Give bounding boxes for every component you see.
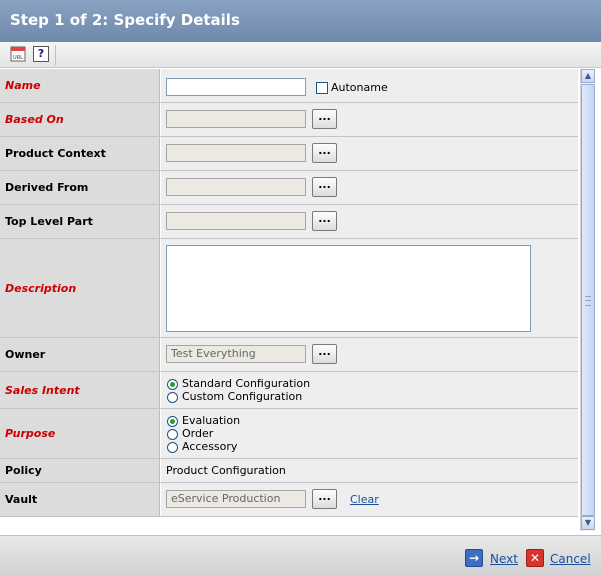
policy-label: Policy [0,459,160,482]
url-icon[interactable]: URL [10,46,26,62]
purpose-evaluation-label: Evaluation [182,414,241,427]
autoname-label: Autoname [331,81,388,94]
row-name: Name Autoname [0,69,578,103]
url-icon-text: URL [13,55,23,61]
scroll-up-icon[interactable]: ▲ [581,69,595,83]
derived-from-input[interactable] [166,178,306,196]
row-description: Description [0,239,578,338]
cancel-link[interactable]: Cancel [550,552,591,566]
name-input[interactable] [166,78,306,96]
policy-value: Product Configuration [166,464,286,477]
owner-field-cell: Test Everything ... [161,338,578,371]
purpose-evaluation-radio[interactable] [167,416,178,427]
purpose-accessory-radio[interactable] [167,442,178,453]
row-based-on: Based On ... [0,103,578,137]
form-area: Name Autoname Based On ... Product Conte… [0,69,580,531]
sales-intent-custom-label: Custom Configuration [182,390,303,403]
top-level-part-field-cell: ... [161,205,578,238]
name-field-cell: Autoname [161,69,578,102]
purpose-order-label: Order [182,427,214,440]
next-link[interactable]: Next [490,552,518,566]
toolbar: URL ? [0,42,601,68]
sales-intent-field-cell: Standard Configuration Custom Configurat… [161,372,578,408]
footer-bar: → Next ✕ Cancel [0,535,601,575]
autoname-checkbox[interactable] [316,82,328,94]
toolbar-divider [55,45,56,65]
page-title: Step 1 of 2: Specify Details [10,11,240,29]
name-label: Name [0,69,160,102]
owner-label: Owner [0,338,160,371]
derived-from-field-cell: ... [161,171,578,204]
purpose-label: Purpose [0,409,160,458]
purpose-order-radio[interactable] [167,429,178,440]
row-owner: Owner Test Everything ... [0,338,578,372]
help-icon[interactable]: ? [33,46,49,62]
sales-intent-standard-label: Standard Configuration [182,377,311,390]
derived-from-label: Derived From [0,171,160,204]
product-context-browse-button[interactable]: ... [312,143,337,163]
row-product-context: Product Context ... [0,137,578,171]
sales-intent-standard-radio[interactable] [167,379,178,390]
vault-field-cell: eService Production ... Clear [161,483,578,516]
policy-field-cell: Product Configuration [161,459,578,482]
purpose-field-cell: Evaluation Order Accessory [161,409,578,458]
owner-browse-button[interactable]: ... [312,344,337,364]
product-context-input[interactable] [166,144,306,162]
derived-from-browse-button[interactable]: ... [312,177,337,197]
based-on-label: Based On [0,103,160,136]
top-level-part-input[interactable] [166,212,306,230]
row-sales-intent: Sales Intent Standard Configuration Cust… [0,372,578,409]
based-on-browse-button[interactable]: ... [312,109,337,129]
vertical-scrollbar[interactable]: ▲ ▼ [580,69,595,531]
description-textarea[interactable] [166,245,531,332]
help-icon-glyph: ? [37,47,45,60]
top-level-part-browse-button[interactable]: ... [312,211,337,231]
row-derived-from: Derived From ... [0,171,578,205]
cancel-x-icon[interactable]: ✕ [526,549,544,567]
description-label: Description [0,239,160,337]
vault-input[interactable]: eService Production [166,490,306,508]
vault-label: Vault [0,483,160,516]
sales-intent-label: Sales Intent [0,372,160,408]
scroll-down-icon[interactable]: ▼ [581,516,595,530]
based-on-field-cell: ... [161,103,578,136]
vault-clear-link[interactable]: Clear [350,493,379,506]
sales-intent-custom-radio[interactable] [167,392,178,403]
row-vault: Vault eService Production ... Clear [0,483,578,517]
description-field-cell [161,239,578,337]
next-arrow-icon[interactable]: → [465,549,483,567]
title-bar: Step 1 of 2: Specify Details [0,0,601,42]
product-context-field-cell: ... [161,137,578,170]
owner-input[interactable]: Test Everything [166,345,306,363]
based-on-input[interactable] [166,110,306,128]
scroll-thumb[interactable] [581,84,595,516]
row-top-level-part: Top Level Part ... [0,205,578,239]
product-context-label: Product Context [0,137,160,170]
purpose-accessory-label: Accessory [182,440,238,453]
row-policy: Policy Product Configuration [0,459,578,483]
top-level-part-label: Top Level Part [0,205,160,238]
scroll-grip-icon [585,296,591,306]
vault-browse-button[interactable]: ... [312,489,337,509]
row-purpose: Purpose Evaluation Order Accessory [0,409,578,459]
